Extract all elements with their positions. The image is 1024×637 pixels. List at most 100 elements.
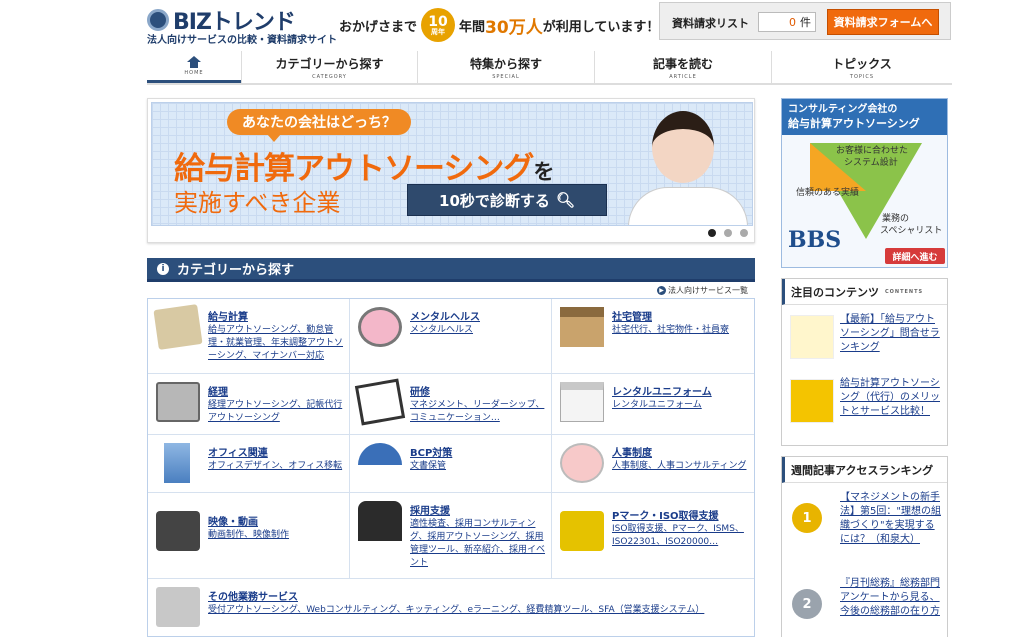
- category-cell-other[interactable]: その他業務サービス 受付アウトソーシング、Webコンサルティング、キッティング、…: [148, 579, 754, 637]
- featured-en: CONTENTS: [885, 288, 924, 295]
- nav-special-en: SPECIAL: [492, 73, 520, 80]
- ad-text-3: 信頼のある実績: [796, 188, 860, 198]
- category-cell-uniform[interactable]: レンタルユニフォーム レンタルユニフォーム: [552, 374, 754, 435]
- category-sub-links[interactable]: オフィスデザイン、オフィス移転: [208, 461, 342, 471]
- article-thumbnail: [790, 379, 834, 423]
- category-cell-pmark[interactable]: Pマーク・ISO取得支援 ISO取得支援、Pマーク、ISMS、ISO22301、…: [552, 493, 754, 579]
- category-sub: 動画制作、映像制作: [208, 529, 343, 542]
- promo-count: 30万人: [485, 17, 543, 38]
- featured-header: 注目のコンテンツ CONTENTS: [782, 279, 947, 305]
- banner-title: 給与計算アウトソーシングを: [174, 143, 554, 188]
- nav-article[interactable]: 記事を読む ARTICLE: [594, 51, 771, 83]
- carousel-dot[interactable]: [740, 229, 748, 237]
- category-sub-links[interactable]: レンタルユニフォーム: [612, 400, 702, 410]
- category-sub-links[interactable]: 文書保管: [410, 461, 446, 471]
- category-cell-recruiting[interactable]: 採用支援 適性検査、採用コンサルティング、採用アウトソーシング、採用管理ツール、…: [350, 493, 552, 579]
- category-sub-links[interactable]: マネジメント、リーダーシップ、コミュニケーション…: [410, 400, 544, 423]
- ranking-item-title[interactable]: 『月刊総務』総務部門アンケートから見る、今後の総務部の在り方: [840, 577, 943, 619]
- sidebar-ad[interactable]: コンサルティング会社の 給与計算アウトソーシング お客様に合わせた システム設計…: [781, 98, 948, 268]
- radar-chart-icon: [560, 443, 604, 483]
- category-sub-links[interactable]: 給与アウトソーシング、勤怠管理・就業管理、年末調整アウトソーシング、マイナンバー…: [208, 325, 343, 361]
- category-name[interactable]: その他業務サービス: [208, 588, 298, 603]
- category-cell-bcp[interactable]: BCP対策 文書保管: [350, 435, 552, 493]
- nav-home[interactable]: HOME: [147, 51, 241, 83]
- category-name[interactable]: メンタルヘルス: [410, 308, 480, 323]
- hero-banner[interactable]: あなたの会社はどっち？ 給与計算アウトソーシングを 実施すべき企業 10秒で診断…: [151, 102, 753, 226]
- padlock-icon: [560, 511, 604, 551]
- category-cell-payroll[interactable]: 給与計算 給与アウトソーシング、勤怠管理・就業管理、年末調整アウトソーシング、マ…: [148, 299, 350, 374]
- folder-icon: [156, 587, 200, 627]
- category-sub-links[interactable]: 受付アウトソーシング、Webコンサルティング、キッティング、eラーニング、経費精…: [208, 605, 704, 615]
- category-sub: マネジメント、リーダーシップ、コミュニケーション…: [410, 399, 545, 425]
- nav-special[interactable]: 特集から探す SPECIAL: [417, 51, 594, 83]
- featured-item-title[interactable]: 給与計算アウトソーシング（代行）のメリットとサービス比較！: [840, 377, 943, 419]
- category-name[interactable]: 研修: [410, 383, 430, 398]
- ad-detail-button[interactable]: 詳細へ進む: [885, 248, 945, 264]
- site-tagline: 法人向けサービスの比較・資料請求サイト: [147, 35, 337, 46]
- promo-mid: 年間: [459, 19, 486, 35]
- ranking-header: 週間記事アクセスランキング: [782, 457, 947, 483]
- category-sub-links[interactable]: 適性検査、採用コンサルティング、採用アウトソーシング、採用管理ツール、新卒紹介、…: [410, 519, 545, 568]
- uniform-icon: [560, 382, 604, 422]
- category-sub-links[interactable]: メンタルヘルス: [410, 325, 473, 335]
- request-count[interactable]: 0 件: [758, 12, 816, 32]
- gold-medal-icon: 1: [792, 503, 822, 533]
- ranking-item[interactable]: 1 【マネジメントの新手法】第5回："理想の組織づくり"を実現するには？（和泉大…: [788, 491, 943, 571]
- category-name[interactable]: 経理: [208, 383, 228, 398]
- service-list-link[interactable]: ▶ 法人向けサービス一覧: [657, 285, 748, 296]
- ad-header: コンサルティング会社の 給与計算アウトソーシング: [782, 99, 947, 135]
- category-name[interactable]: レンタルユニフォーム: [612, 383, 712, 398]
- category-section-title: カテゴリーから探す: [177, 263, 295, 278]
- featured-item[interactable]: 給与計算アウトソーシング（代行）のメリットとサービス比較！: [788, 377, 943, 437]
- notebook-icon: [354, 378, 406, 426]
- service-list-link-label: 法人向けサービス一覧: [668, 286, 748, 295]
- category-name[interactable]: 社宅管理: [612, 308, 652, 323]
- film-reel-icon: [156, 511, 200, 551]
- ranking-item-title[interactable]: 【マネジメントの新手法】第5回："理想の組織づくり"を実現するには？（和泉大）: [840, 491, 943, 547]
- carousel-dot[interactable]: [708, 229, 716, 237]
- category-name[interactable]: 給与計算: [208, 308, 248, 323]
- carousel-dots: [708, 229, 748, 237]
- category-sub-links[interactable]: 動画制作、映像制作: [208, 530, 289, 540]
- nav-special-label: 特集から探す: [469, 56, 542, 71]
- banner-cta-button[interactable]: 10秒で診断する 🔍︎: [407, 184, 607, 216]
- person-head: [652, 111, 714, 183]
- category-sub-links[interactable]: 社宅代行、社宅物件・社員寮: [612, 325, 729, 335]
- anniversary-badge-icon: 10 周年: [421, 8, 456, 42]
- category-cell-video[interactable]: 映像・動画 動画制作、映像制作: [148, 493, 350, 579]
- nav-topics[interactable]: トピックス TOPICS: [771, 51, 952, 83]
- ad-text-2: システム設計: [844, 158, 898, 168]
- category-sub: 受付アウトソーシング、Webコンサルティング、キッティング、eラーニング、経費精…: [208, 604, 748, 617]
- category-cell-mentalhealth[interactable]: メンタルヘルス メンタルヘルス: [350, 299, 552, 374]
- ranking-item[interactable]: 2 『月刊総務』総務部門アンケートから見る、今後の総務部の在り方: [788, 577, 943, 637]
- category-name[interactable]: 人事制度: [612, 444, 652, 459]
- category-sub-links[interactable]: 人事制度、人事コンサルティング: [612, 461, 746, 471]
- category-cell-housing[interactable]: 社宅管理 社宅代行、社宅物件・社員寮: [552, 299, 754, 374]
- category-name[interactable]: 映像・動画: [208, 513, 258, 528]
- category-cell-office[interactable]: オフィス関連 オフィスデザイン、オフィス移転: [148, 435, 350, 493]
- banner-title-main: 給与計算アウトソーシング: [174, 151, 534, 187]
- featured-item-title[interactable]: 【最新】「給与アウトソーシング」問合せランキング: [840, 313, 943, 355]
- featured-box: 注目のコンテンツ CONTENTS 【最新】「給与アウトソーシング」問合せランキ…: [781, 278, 948, 446]
- category-cell-hr[interactable]: 人事制度 人事制度、人事コンサルティング: [552, 435, 754, 493]
- category-section-header: i カテゴリーから探す: [147, 258, 755, 282]
- category-sub-links[interactable]: ISO取得支援、Pマーク、ISMS、ISO22301、ISO20000…: [612, 524, 744, 547]
- nav-category-en: CATEGORY: [312, 73, 347, 80]
- category-sub: 文書保管: [410, 460, 545, 473]
- category-cell-accounting[interactable]: 経理 経理アウトソーシング、記帳代行アウトソーシング: [148, 374, 350, 435]
- category-name[interactable]: オフィス関連: [208, 444, 268, 459]
- building-icon: [560, 307, 604, 347]
- category-name[interactable]: Pマーク・ISO取得支援: [612, 507, 719, 522]
- nav-article-label: 記事を読む: [652, 56, 713, 71]
- category-sub-links[interactable]: 経理アウトソーシング、記帳代行アウトソーシング: [208, 400, 342, 423]
- nav-category-label: カテゴリーから探す: [275, 56, 384, 71]
- request-form-button[interactable]: 資料請求フォームへ: [827, 9, 939, 35]
- category-name[interactable]: BCP対策: [410, 444, 452, 459]
- carousel-dot[interactable]: [724, 229, 732, 237]
- category-cell-training[interactable]: 研修 マネジメント、リーダーシップ、コミュニケーション…: [350, 374, 552, 435]
- home-icon: [187, 55, 201, 68]
- featured-item[interactable]: 【最新】「給与アウトソーシング」問合せランキング: [788, 313, 943, 373]
- category-name[interactable]: 採用支援: [410, 502, 450, 517]
- category-sub: 給与アウトソーシング、勤怠管理・就業管理、年末調整アウトソーシング、マイナンバー…: [208, 324, 343, 363]
- nav-category[interactable]: カテゴリーから探す CATEGORY: [241, 51, 417, 83]
